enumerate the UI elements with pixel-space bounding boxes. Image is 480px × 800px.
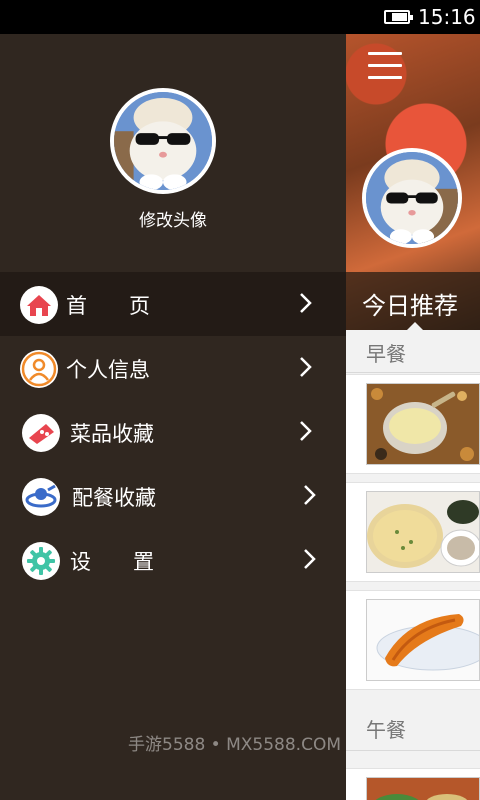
avatar[interactable]: [110, 88, 216, 194]
fried-dough-image: [366, 599, 480, 681]
nav-item-label: 菜品收藏: [70, 422, 154, 446]
menu-icon[interactable]: [368, 52, 402, 80]
pancake-image: [366, 491, 480, 573]
nav-item-dish-favorites[interactable]: 菜品收藏: [0, 400, 346, 464]
chevron-right-icon: [300, 357, 312, 377]
nav-item-settings[interactable]: 设 置: [0, 528, 346, 592]
watermark: 手游5588 • MX5588.COM: [128, 735, 341, 755]
chevron-right-icon: [304, 485, 316, 505]
nav-item-home[interactable]: 首 页: [0, 272, 346, 336]
dish-card[interactable]: [346, 482, 480, 582]
status-time: 15:16: [418, 5, 476, 29]
avatar[interactable]: [362, 148, 462, 248]
section-lunch: 午餐: [346, 706, 480, 751]
cat-avatar-icon: [366, 152, 458, 244]
nav-item-meal-favorites[interactable]: 配餐收藏: [0, 464, 346, 528]
person-icon: [20, 350, 58, 388]
gear-icon: [22, 542, 60, 580]
dish-card[interactable]: [346, 590, 480, 690]
nav-item-label: 配餐收藏: [72, 486, 156, 510]
chevron-right-icon: [300, 293, 312, 313]
dish-icon: [22, 414, 60, 452]
chevron-right-icon: [304, 549, 316, 569]
change-avatar-label[interactable]: 修改头像: [0, 206, 346, 231]
nav-item-label: 设 置: [70, 550, 154, 574]
nav-item-profile[interactable]: 个人信息: [0, 336, 346, 400]
main-content: 今日推荐 早餐 午餐: [346, 34, 480, 800]
section-title: 午餐: [366, 718, 406, 742]
home-icon: [20, 286, 58, 324]
chevron-right-icon: [300, 421, 312, 441]
section-breakfast: 早餐: [346, 330, 480, 373]
soy-milk-image: [366, 383, 480, 465]
today-title: 今日推荐: [362, 292, 458, 320]
navigation-drawer: 修改头像 首 页 个人信息 菜品收藏 配餐收藏 设 置: [0, 34, 346, 800]
battery-icon: [384, 10, 413, 24]
status-bar: 15:16: [0, 0, 480, 34]
section-title: 早餐: [366, 342, 406, 366]
nav-item-label: 首 页: [66, 294, 150, 318]
dish-card[interactable]: [346, 768, 480, 800]
dish-card[interactable]: [346, 374, 480, 474]
meal-icon: [22, 478, 60, 516]
cat-avatar-icon: [114, 92, 212, 190]
lunch-dish-image: [366, 777, 480, 800]
nav-item-label: 个人信息: [66, 358, 150, 382]
header-banner: 今日推荐: [346, 34, 480, 331]
